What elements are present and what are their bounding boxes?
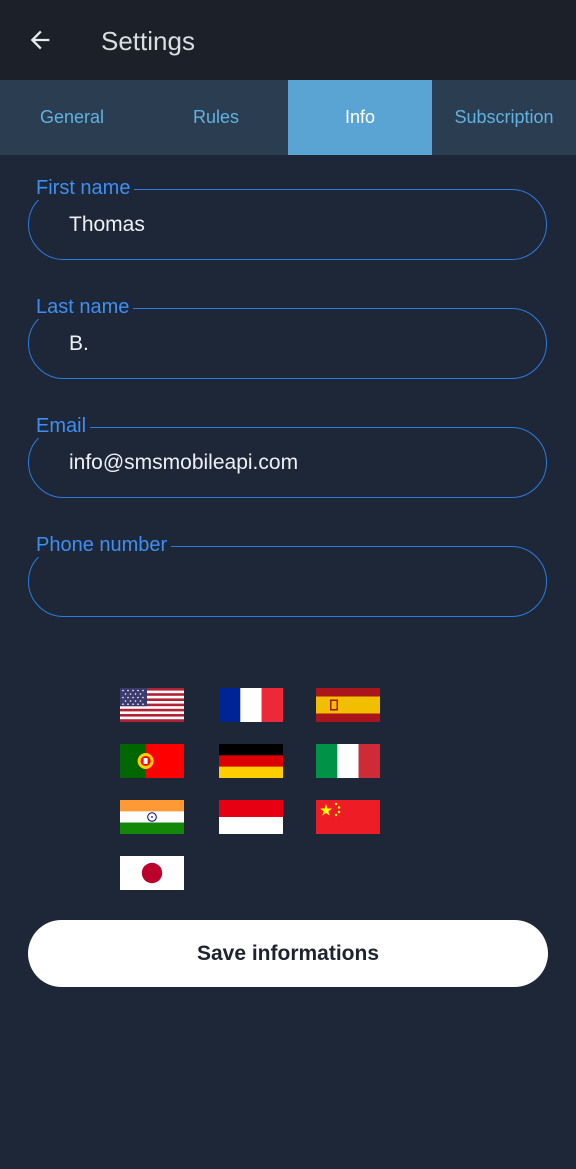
tab-bar: General Rules Info Subscription bbox=[0, 80, 576, 155]
flag-indonesia-icon[interactable] bbox=[219, 800, 283, 834]
flag-india-icon[interactable] bbox=[120, 800, 184, 834]
flag-france-icon[interactable] bbox=[219, 688, 283, 722]
email-field: Email bbox=[28, 414, 547, 498]
back-button[interactable] bbox=[22, 22, 58, 58]
arrow-left-icon bbox=[30, 30, 50, 50]
flag-italy-icon[interactable] bbox=[316, 744, 380, 778]
flag-spain-icon[interactable] bbox=[316, 688, 380, 722]
tab-info[interactable]: Info bbox=[288, 80, 432, 155]
flag-japan-icon[interactable] bbox=[120, 856, 184, 890]
flag-china-icon[interactable] bbox=[316, 800, 380, 834]
first-name-field: First name bbox=[28, 176, 547, 260]
phone-number-input[interactable] bbox=[69, 547, 526, 616]
flag-germany-icon[interactable] bbox=[219, 744, 283, 778]
app-bar: Settings bbox=[0, 0, 576, 80]
flag-portugal-icon[interactable] bbox=[120, 744, 184, 778]
last-name-input[interactable] bbox=[69, 309, 526, 378]
email-input[interactable] bbox=[69, 428, 526, 497]
phone-number-field: Phone number bbox=[28, 533, 547, 617]
tab-subscription[interactable]: Subscription bbox=[432, 80, 576, 155]
tab-general[interactable]: General bbox=[0, 80, 144, 155]
save-informations-button[interactable]: Save informations bbox=[28, 920, 548, 987]
flag-us-icon[interactable] bbox=[120, 688, 184, 722]
last-name-field: Last name bbox=[28, 295, 547, 379]
tab-rules[interactable]: Rules bbox=[144, 80, 288, 155]
first-name-input[interactable] bbox=[69, 190, 526, 259]
page-title: Settings bbox=[101, 26, 195, 56]
